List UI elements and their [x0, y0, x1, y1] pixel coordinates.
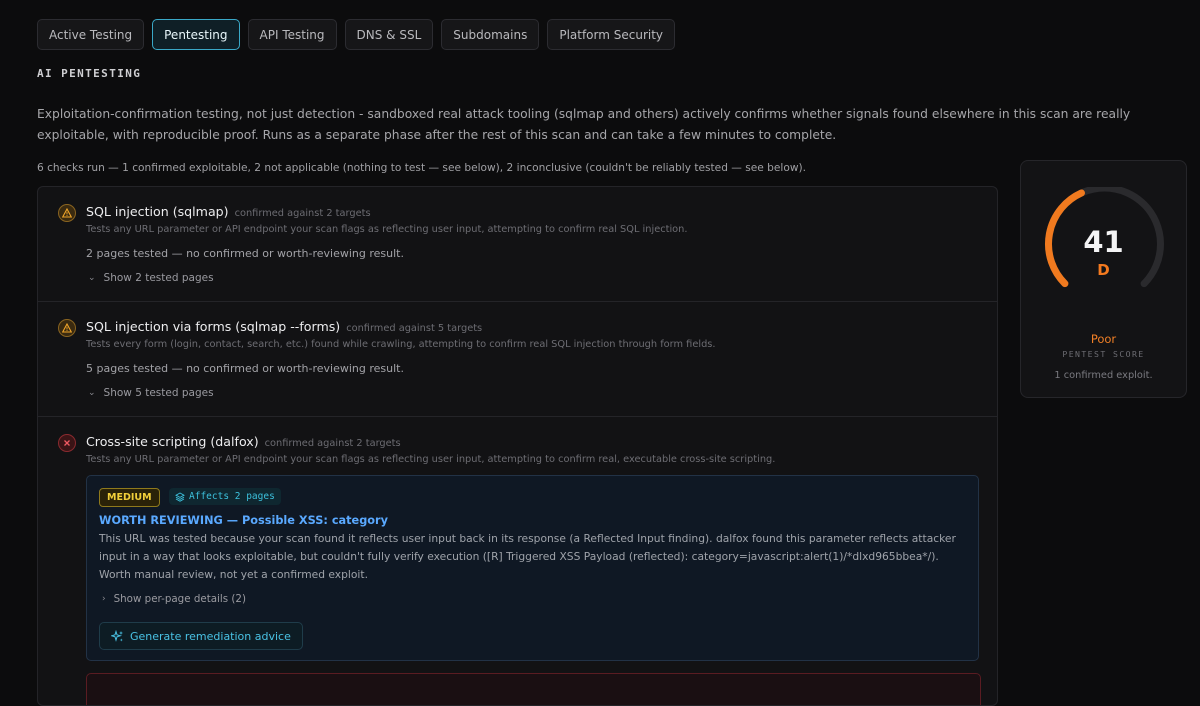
checks-list: SQL injection (sqlmap) confirmed against … [37, 186, 998, 706]
tab-pentesting[interactable]: Pentesting [152, 19, 240, 50]
button-label: Generate remediation advice [130, 629, 291, 643]
toggle-label: Show 5 tested pages [103, 387, 214, 399]
score-rating: Poor [1090, 332, 1117, 346]
show-tested-pages-toggle[interactable]: ⌄ Show 5 tested pages [88, 387, 214, 399]
chevron-down-icon: ⌄ [88, 273, 96, 283]
check-result: 2 pages tested — no confirmed or worth-r… [86, 247, 404, 260]
finding-card: MEDIUM Affects 2 pages WORTH REVIEWING —… [86, 475, 979, 661]
tab-subdomains[interactable]: Subdomains [441, 19, 540, 50]
toggle-label: Show per-page details (2) [113, 593, 246, 605]
toggle-label: Show 2 tested pages [103, 272, 214, 284]
pentest-score-card: 41 D Poor PENTEST SCORE 1 confirmed expl… [1020, 160, 1187, 398]
x-circle-icon [58, 434, 76, 452]
check-name: SQL injection (sqlmap) [86, 204, 229, 219]
sparkles-icon [111, 629, 123, 642]
check-title: SQL injection (sqlmap) confirmed against … [86, 204, 371, 219]
check-title: Cross-site scripting (dalfox) confirmed a… [86, 434, 401, 449]
affects-pages-badge: Affects 2 pages [169, 488, 281, 505]
severity-badge: MEDIUM [99, 488, 160, 507]
per-page-details-toggle[interactable]: › Show per-page details (2) [102, 593, 246, 605]
score-note: 1 confirmed exploit. [1054, 370, 1153, 381]
checks-summary: 6 checks run — 1 confirmed exploitable, … [37, 162, 806, 174]
check-name: SQL injection via forms (sqlmap --forms) [86, 319, 341, 334]
tab-active-testing[interactable]: Active Testing [37, 19, 145, 50]
check-description: Tests every form (login, contact, search… [86, 339, 716, 350]
tab-bar: Active Testing Pentesting API Testing DN… [37, 19, 676, 50]
warning-triangle-icon [58, 204, 76, 222]
check-confirmed-count: confirmed against 2 targets [264, 438, 401, 449]
score-value: 41 [1083, 225, 1124, 259]
section-title: AI PENTESTING [37, 67, 142, 80]
affects-label: Affects 2 pages [189, 491, 275, 502]
check-description: Tests any URL parameter or API endpoint … [86, 454, 776, 465]
next-finding-card [86, 673, 981, 705]
warning-triangle-icon [58, 319, 76, 337]
finding-title: WORTH REVIEWING — Possible XSS: category [99, 514, 388, 527]
check-title: SQL injection via forms (sqlmap --forms)… [86, 319, 482, 334]
tab-api-testing[interactable]: API Testing [247, 19, 337, 50]
tab-platform-security[interactable]: Platform Security [547, 19, 676, 50]
check-item-sqlmap: SQL injection (sqlmap) confirmed against … [38, 187, 997, 301]
score-label: PENTEST SCORE [1062, 349, 1145, 359]
chevron-down-icon: ⌄ [88, 388, 96, 398]
check-confirmed-count: confirmed against 2 targets [234, 208, 371, 219]
check-name: Cross-site scripting (dalfox) [86, 434, 259, 449]
score-grade: D [1097, 261, 1110, 279]
intro-text: Exploitation-confirmation testing, not j… [37, 107, 1131, 142]
show-tested-pages-toggle[interactable]: ⌄ Show 2 tested pages [88, 272, 214, 284]
check-confirmed-count: confirmed against 5 targets [346, 323, 483, 334]
check-item-sqlmap-forms: SQL injection via forms (sqlmap --forms)… [38, 302, 997, 416]
check-description: Tests any URL parameter or API endpoint … [86, 224, 688, 235]
tab-dns-ssl[interactable]: DNS & SSL [344, 19, 434, 50]
layers-icon [175, 491, 185, 502]
check-result: 5 pages tested — no confirmed or worth-r… [86, 362, 404, 375]
generate-remediation-button[interactable]: Generate remediation advice [99, 622, 303, 650]
chevron-right-icon: › [102, 594, 106, 604]
finding-description: This URL was tested because your scan fo… [99, 532, 956, 581]
